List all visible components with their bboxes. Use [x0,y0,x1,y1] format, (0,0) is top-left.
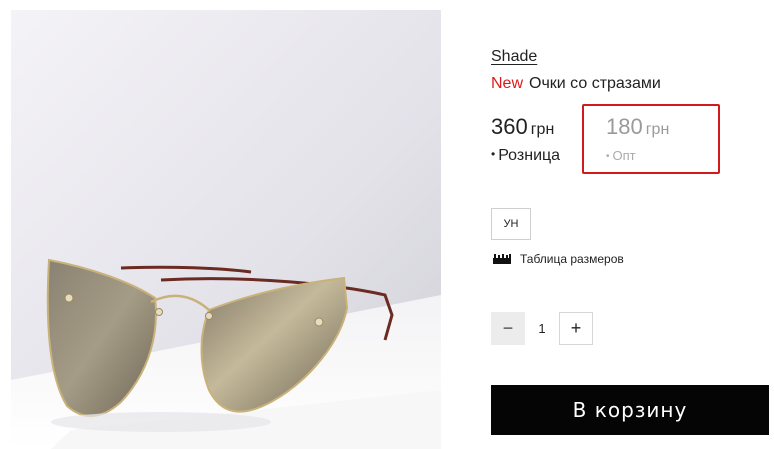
wholesale-label-text: Опт [612,148,636,163]
quantity-increase-button[interactable]: + [559,312,593,345]
wholesale-price: 180 грн [606,114,669,140]
ruler-icon [493,254,511,264]
quantity-decrease-button[interactable]: − [491,312,525,345]
bullet-icon: • [606,151,610,162]
sunglasses-image [11,10,441,449]
size-option-un[interactable]: УН [491,208,531,240]
bullet-icon: • [491,147,496,161]
size-table-link[interactable]: Таблица размеров [493,252,624,266]
retail-price: 360 грн [491,114,554,140]
product-title: Очки со стразами [529,75,661,92]
retail-label-text: Розница [498,147,561,164]
product-title-row: New Очки со стразами [491,75,661,93]
add-to-cart-button[interactable]: В корзину [491,385,769,435]
retail-label: • Розница [491,147,560,165]
product-image[interactable] [11,10,441,449]
new-badge: New [491,75,524,92]
wholesale-price-currency: грн [645,121,670,138]
size-table-label: Таблица размеров [520,252,624,266]
quantity-value[interactable]: 1 [525,312,559,345]
wholesale-price-amount: 180 [606,114,643,139]
wholesale-label: • Опт [606,148,636,163]
retail-price-amount: 360 [491,114,528,139]
retail-price-currency: грн [530,121,555,138]
brand-link[interactable]: Shade [491,48,537,66]
